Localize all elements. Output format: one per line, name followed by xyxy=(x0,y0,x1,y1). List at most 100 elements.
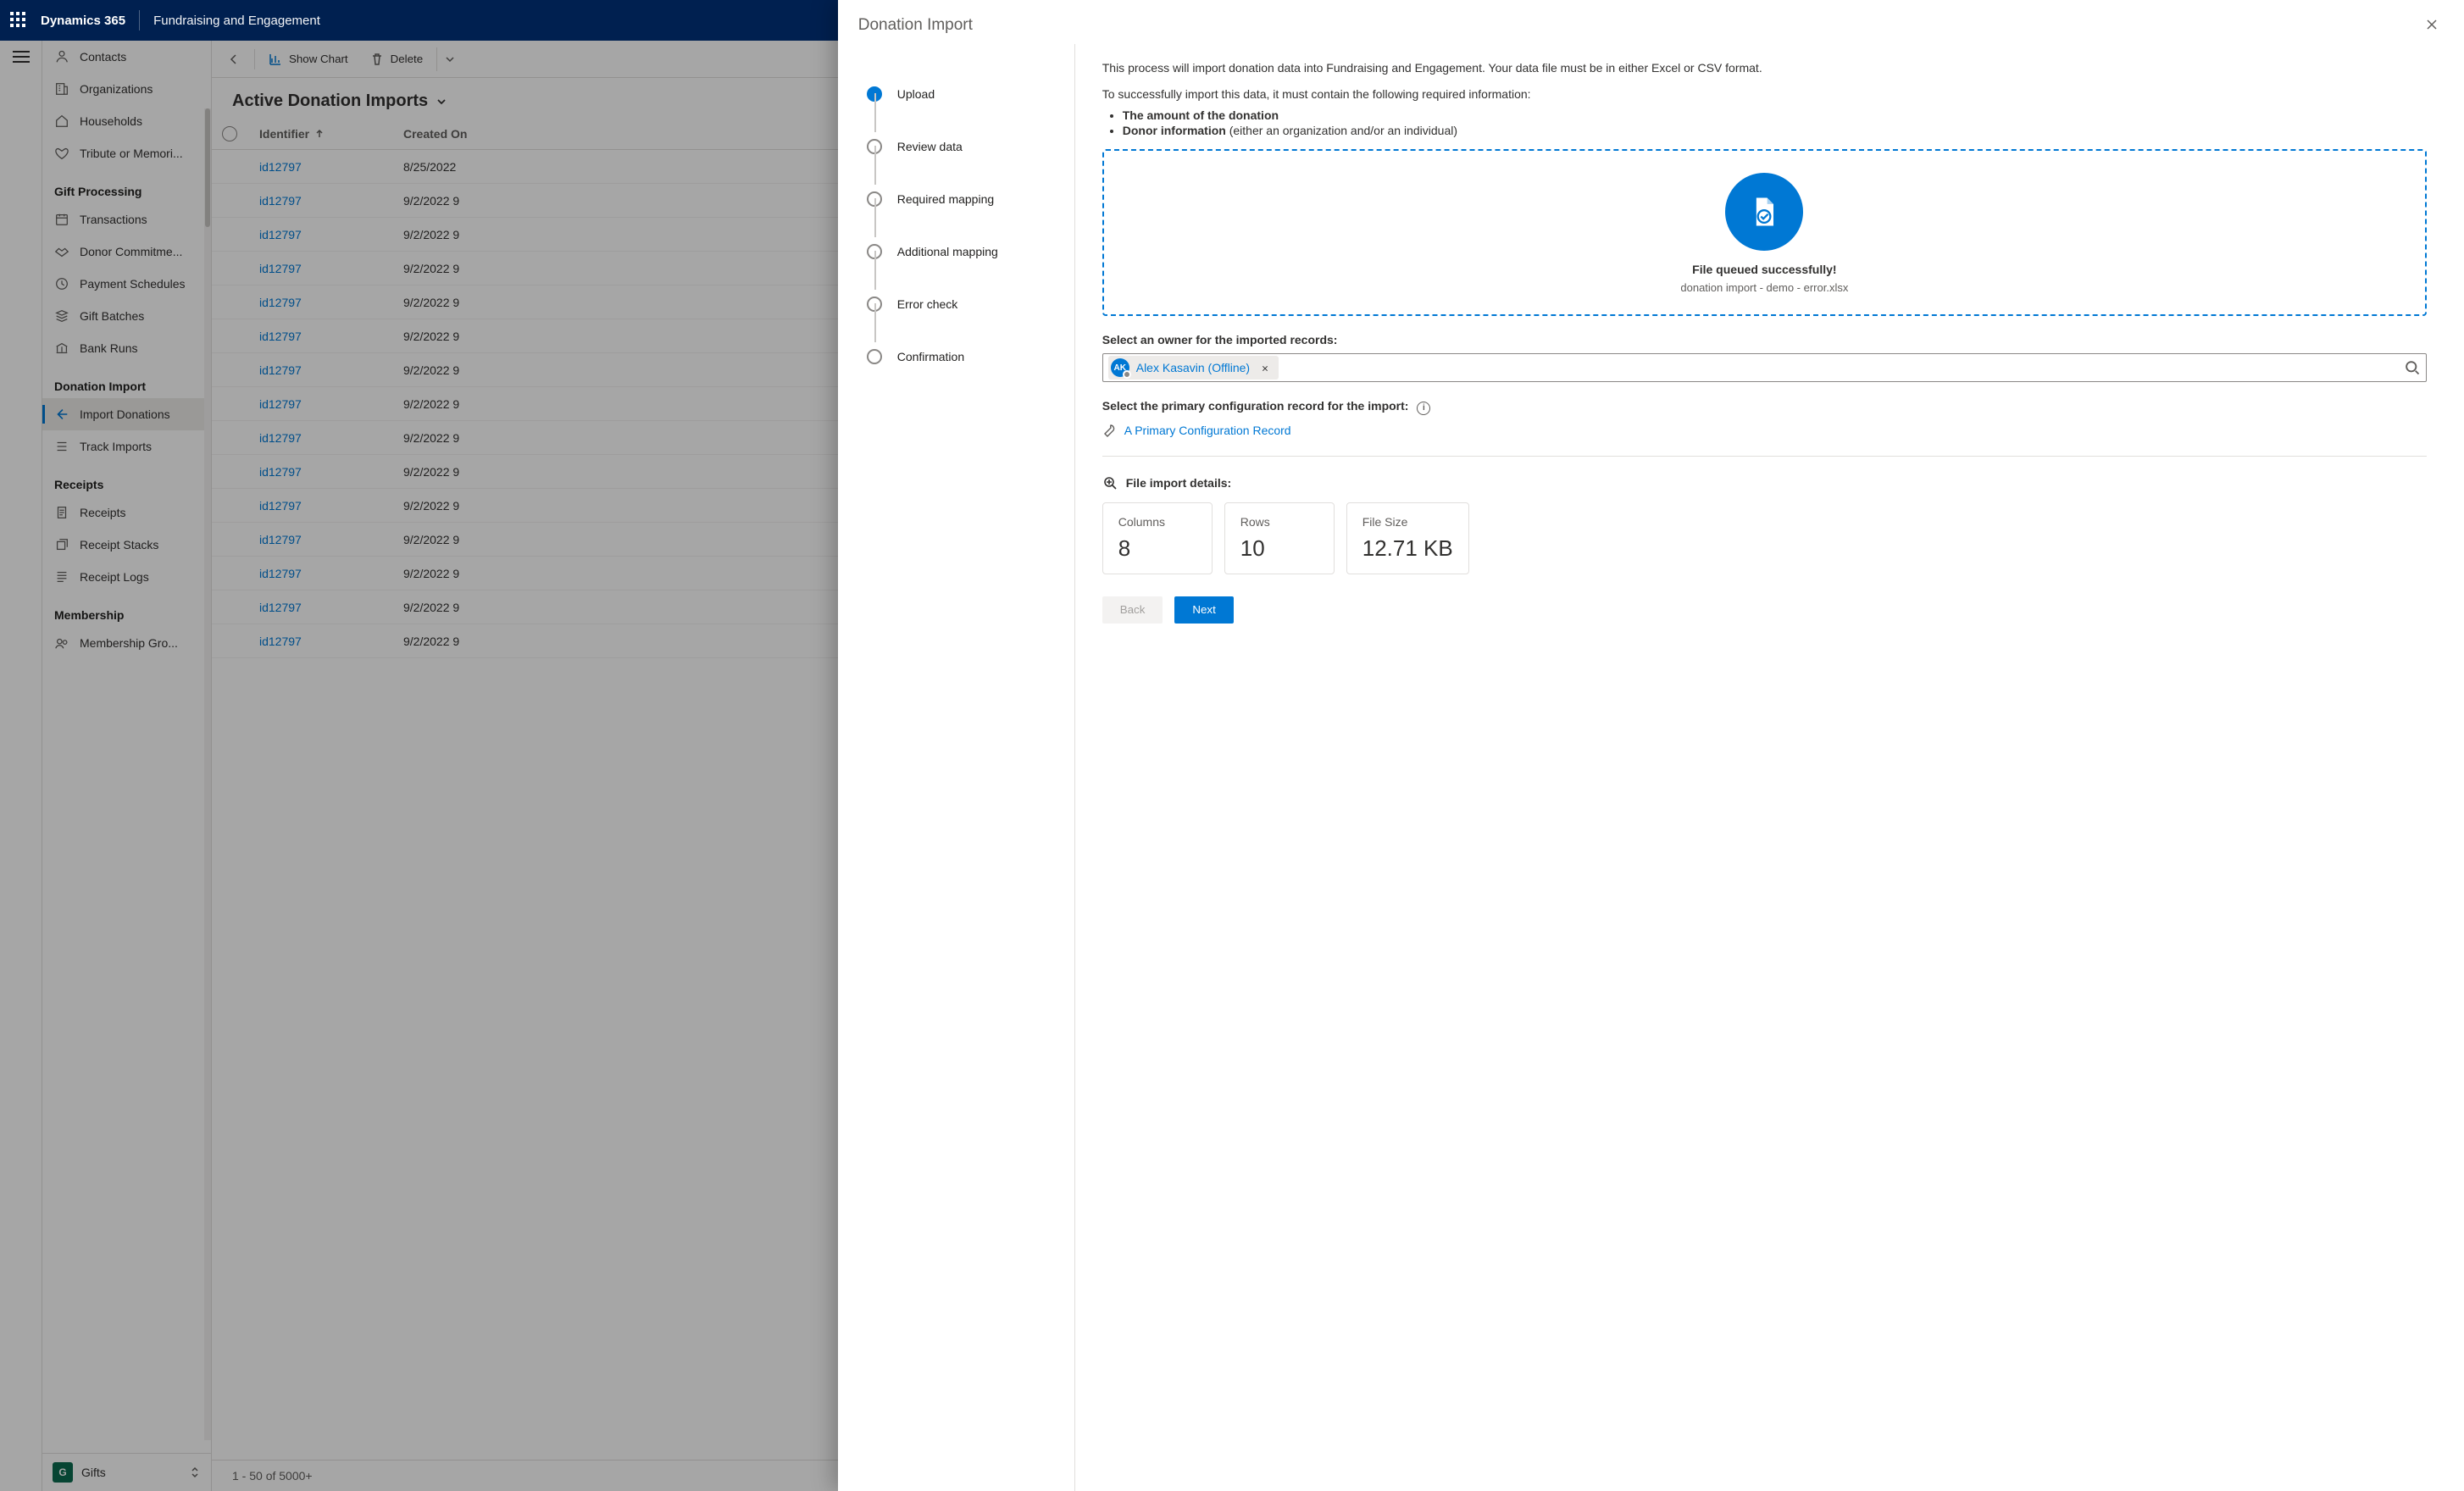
row-identifier-link[interactable]: id12797 xyxy=(259,160,302,174)
sitemap-item-receipts[interactable]: Receipts xyxy=(42,496,211,529)
list-item: Donor information (either an organizatio… xyxy=(1123,124,2427,137)
sidebar-item-label: Import Donations xyxy=(80,407,170,421)
step-confirmation[interactable]: Confirmation xyxy=(867,330,1054,383)
sidebar-item-label: Contacts xyxy=(80,50,126,64)
step-additional-mapping[interactable]: Additional mapping xyxy=(867,225,1054,278)
owner-chip[interactable]: AK Alex Kasavin (Offline) xyxy=(1108,356,1279,380)
sitemap-item-membership-groups[interactable]: Membership Gro... xyxy=(42,627,211,659)
wizard-actions: Back Next xyxy=(1102,596,2427,624)
sitemap-item-receipt-stacks[interactable]: Receipt Stacks xyxy=(42,529,211,561)
row-identifier-link[interactable]: id12797 xyxy=(259,228,302,241)
sitemap-item-households[interactable]: Households xyxy=(42,105,211,137)
row-identifier-link[interactable]: id12797 xyxy=(259,330,302,343)
select-all[interactable] xyxy=(222,126,259,141)
close-button[interactable] xyxy=(2420,14,2444,37)
step-label: Upload xyxy=(897,87,935,101)
row-identifier-link[interactable]: id12797 xyxy=(259,533,302,546)
card-label: Columns xyxy=(1118,515,1196,529)
app-launcher-icon[interactable] xyxy=(10,12,27,29)
config-link[interactable]: A Primary Configuration Record xyxy=(1124,424,1291,437)
close-icon xyxy=(1262,365,1268,372)
back-button[interactable] xyxy=(219,47,249,71)
sitemap-item-contacts[interactable]: Contacts xyxy=(42,41,211,73)
col-identifier-label: Identifier xyxy=(259,127,309,141)
sidebar-item-label: Tribute or Memori... xyxy=(80,147,183,160)
delete-button[interactable]: Delete xyxy=(362,47,432,71)
requirements-list: The amount of the donation Donor informa… xyxy=(1123,108,2427,137)
sort-asc-icon xyxy=(314,129,325,139)
row-identifier-link[interactable]: id12797 xyxy=(259,635,302,648)
sitemap-item-bank-runs[interactable]: Bank Runs xyxy=(42,332,211,364)
step-label: Additional mapping xyxy=(897,245,998,258)
step-upload[interactable]: Upload xyxy=(867,68,1054,120)
req-donor-bold: Donor information xyxy=(1123,124,1226,137)
search-icon[interactable] xyxy=(2404,359,2421,376)
sitemap-item-tribute[interactable]: Tribute or Memori... xyxy=(42,137,211,169)
person-icon xyxy=(54,49,69,64)
step-review[interactable]: Review data xyxy=(867,120,1054,173)
detail-cards: Columns 8 Rows 10 File Size 12.71 KB xyxy=(1102,502,2427,574)
step-required-mapping[interactable]: Required mapping xyxy=(867,173,1054,225)
sidebar-item-label: Receipts xyxy=(80,506,125,519)
avatar: AK xyxy=(1111,358,1129,377)
row-identifier-link[interactable]: id12797 xyxy=(259,262,302,275)
chevron-down-icon[interactable] xyxy=(435,95,448,108)
magnify-icon xyxy=(1102,475,1118,491)
sitemap-group-import: Donation Import xyxy=(42,364,211,398)
row-identifier-link[interactable]: id12797 xyxy=(259,499,302,513)
info-icon[interactable]: i xyxy=(1417,402,1430,415)
delete-split[interactable] xyxy=(436,47,463,71)
sitemap-group-gift: Gift Processing xyxy=(42,169,211,203)
sitemap-item-receipt-logs[interactable]: Receipt Logs xyxy=(42,561,211,593)
presence-icon xyxy=(1123,370,1131,379)
sitemap-item-organizations[interactable]: Organizations xyxy=(42,73,211,105)
sitemap-item-payment-schedules[interactable]: Payment Schedules xyxy=(42,268,211,300)
product-name: Dynamics 365 xyxy=(41,14,125,28)
row-identifier-link[interactable]: id12797 xyxy=(259,397,302,411)
sitemap-item-commitments[interactable]: Donor Commitme... xyxy=(42,236,211,268)
col-identifier[interactable]: Identifier xyxy=(259,127,403,141)
step-label: Confirmation xyxy=(897,350,964,363)
owner-lookup[interactable]: AK Alex Kasavin (Offline) xyxy=(1102,353,2427,382)
row-identifier-link[interactable]: id12797 xyxy=(259,601,302,614)
schedule-icon xyxy=(54,276,69,291)
card-label: Rows xyxy=(1240,515,1318,529)
row-identifier-link[interactable]: id12797 xyxy=(259,465,302,479)
sidebar-item-label: Track Imports xyxy=(80,440,152,453)
sitemap-item-transactions[interactable]: Transactions xyxy=(42,203,211,236)
file-dropzone[interactable]: File queued successfully! donation impor… xyxy=(1102,149,2427,316)
sitemap-item-import-donations[interactable]: Import Donations xyxy=(42,398,211,430)
home-icon xyxy=(54,114,69,129)
row-identifier-link[interactable]: id12797 xyxy=(259,363,302,377)
step-label: Review data xyxy=(897,140,963,153)
sidebar-item-label: Receipt Stacks xyxy=(80,538,158,552)
separator xyxy=(1102,456,2427,457)
details-header: File import details: xyxy=(1102,475,2427,491)
step-error-check[interactable]: Error check xyxy=(867,278,1054,330)
sidebar-item-label: Receipt Logs xyxy=(80,570,149,584)
trash-icon xyxy=(370,53,384,66)
stacks-icon xyxy=(54,537,69,552)
row-identifier-link[interactable]: id12797 xyxy=(259,296,302,309)
sitemap-item-track-imports[interactable]: Track Imports xyxy=(42,430,211,463)
sidebar-scrollbar[interactable] xyxy=(204,108,211,1440)
row-identifier-link[interactable]: id12797 xyxy=(259,194,302,208)
sitemap-item-gift-batches[interactable]: Gift Batches xyxy=(42,300,211,332)
sidebar-item-label: Transactions xyxy=(80,213,147,226)
app-switcher[interactable]: G Gifts xyxy=(42,1453,211,1491)
arrow-left-icon xyxy=(54,407,69,422)
show-chart-button[interactable]: Show Chart xyxy=(260,47,357,71)
delete-label: Delete xyxy=(391,53,424,65)
chevron-down-icon xyxy=(444,53,456,65)
stack-icon xyxy=(54,308,69,324)
remove-owner-button[interactable] xyxy=(1257,359,1274,376)
next-button[interactable]: Next xyxy=(1174,596,1233,624)
card-columns: Columns 8 xyxy=(1102,502,1213,574)
row-identifier-link[interactable]: id12797 xyxy=(259,431,302,445)
row-identifier-link[interactable]: id12797 xyxy=(259,567,302,580)
sitemap-group-receipts: Receipts xyxy=(42,463,211,496)
hamburger-icon[interactable] xyxy=(13,51,30,63)
details-header-text: File import details: xyxy=(1126,476,1231,490)
app-label: Gifts xyxy=(81,1466,180,1479)
card-label: File Size xyxy=(1362,515,1453,529)
